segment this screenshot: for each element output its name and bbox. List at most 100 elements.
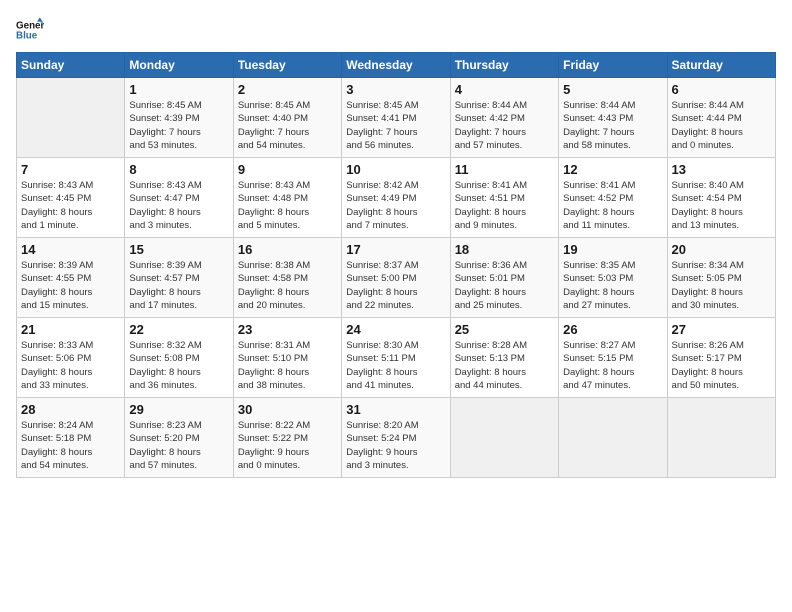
- day-number: 31: [346, 402, 445, 417]
- calendar-cell: [667, 398, 775, 478]
- day-number: 4: [455, 82, 554, 97]
- day-info: Sunrise: 8:26 AM Sunset: 5:17 PM Dayligh…: [672, 339, 771, 392]
- calendar-cell: 21Sunrise: 8:33 AM Sunset: 5:06 PM Dayli…: [17, 318, 125, 398]
- day-number: 17: [346, 242, 445, 257]
- calendar-cell: 16 Sunrise: 8:38 AM Sunset: 4:58 PM Dayli…: [233, 238, 341, 318]
- calendar-cell: 11 Sunrise: 8:41 AM Sunset: 4:51 PM Dayli…: [450, 158, 558, 238]
- day-info: Sunrise: 8:35 AM Sunset: 5:03 PM Dayligh…: [563, 259, 662, 312]
- calendar-cell: 26 Sunrise: 8:27 AM Sunset: 5:15 PM Dayli…: [559, 318, 667, 398]
- day-info: Sunrise: 8:43 AM Sunset: 4:47 PM Dayligh…: [129, 179, 228, 232]
- week-row-1: 1 Sunrise: 8:45 AM Sunset: 4:39 PM Daylig…: [17, 78, 776, 158]
- calendar-cell: 17 Sunrise: 8:37 AM Sunset: 5:00 PM Dayli…: [342, 238, 450, 318]
- day-info: Sunrise: 8:44 AM Sunset: 4:42 PM Dayligh…: [455, 99, 554, 152]
- day-number: 6: [672, 82, 771, 97]
- day-number: 2: [238, 82, 337, 97]
- day-info: Sunrise: 8:36 AM Sunset: 5:01 PM Dayligh…: [455, 259, 554, 312]
- day-info: Sunrise: 8:45 AM Sunset: 4:39 PM Dayligh…: [129, 99, 228, 152]
- calendar-cell: [559, 398, 667, 478]
- day-info: Sunrise: 8:23 AM Sunset: 5:20 PM Dayligh…: [129, 419, 228, 472]
- day-info: Sunrise: 8:44 AM Sunset: 4:44 PM Dayligh…: [672, 99, 771, 152]
- day-number: 11: [455, 162, 554, 177]
- logo-icon: General Blue: [16, 16, 44, 44]
- day-info: Sunrise: 8:42 AM Sunset: 4:49 PM Dayligh…: [346, 179, 445, 232]
- header-friday: Friday: [559, 53, 667, 78]
- day-number: 1: [129, 82, 228, 97]
- page-header: General Blue: [16, 16, 776, 44]
- day-info: Sunrise: 8:32 AM Sunset: 5:08 PM Dayligh…: [129, 339, 228, 392]
- logo: General Blue: [16, 16, 48, 44]
- day-number: 20: [672, 242, 771, 257]
- day-number: 29: [129, 402, 228, 417]
- calendar-cell: 10Sunrise: 8:42 AM Sunset: 4:49 PM Dayli…: [342, 158, 450, 238]
- day-info: Sunrise: 8:43 AM Sunset: 4:48 PM Dayligh…: [238, 179, 337, 232]
- calendar-cell: 29 Sunrise: 8:23 AM Sunset: 5:20 PM Dayli…: [125, 398, 233, 478]
- calendar-cell: 27 Sunrise: 8:26 AM Sunset: 5:17 PM Dayli…: [667, 318, 775, 398]
- calendar-cell: 1 Sunrise: 8:45 AM Sunset: 4:39 PM Daylig…: [125, 78, 233, 158]
- header-saturday: Saturday: [667, 53, 775, 78]
- calendar-cell: 13Sunrise: 8:40 AM Sunset: 4:54 PM Dayli…: [667, 158, 775, 238]
- week-row-3: 14 Sunrise: 8:39 AM Sunset: 4:55 PM Dayli…: [17, 238, 776, 318]
- calendar-header-row: SundayMondayTuesdayWednesdayThursdayFrid…: [17, 53, 776, 78]
- calendar-cell: 4 Sunrise: 8:44 AM Sunset: 4:42 PM Daylig…: [450, 78, 558, 158]
- day-info: Sunrise: 8:39 AM Sunset: 4:57 PM Dayligh…: [129, 259, 228, 312]
- day-info: Sunrise: 8:45 AM Sunset: 4:40 PM Dayligh…: [238, 99, 337, 152]
- svg-text:Blue: Blue: [16, 30, 38, 41]
- week-row-2: 7Sunrise: 8:43 AM Sunset: 4:45 PM Daylig…: [17, 158, 776, 238]
- day-number: 26: [563, 322, 662, 337]
- day-number: 23: [238, 322, 337, 337]
- calendar-cell: 8 Sunrise: 8:43 AM Sunset: 4:47 PM Daylig…: [125, 158, 233, 238]
- header-sunday: Sunday: [17, 53, 125, 78]
- day-number: 27: [672, 322, 771, 337]
- day-info: Sunrise: 8:31 AM Sunset: 5:10 PM Dayligh…: [238, 339, 337, 392]
- day-number: 8: [129, 162, 228, 177]
- day-number: 7: [21, 162, 120, 177]
- day-info: Sunrise: 8:37 AM Sunset: 5:00 PM Dayligh…: [346, 259, 445, 312]
- day-info: Sunrise: 8:30 AM Sunset: 5:11 PM Dayligh…: [346, 339, 445, 392]
- calendar-cell: 3 Sunrise: 8:45 AM Sunset: 4:41 PM Daylig…: [342, 78, 450, 158]
- header-tuesday: Tuesday: [233, 53, 341, 78]
- day-info: Sunrise: 8:41 AM Sunset: 4:52 PM Dayligh…: [563, 179, 662, 232]
- calendar-cell: 20 Sunrise: 8:34 AM Sunset: 5:05 PM Dayli…: [667, 238, 775, 318]
- day-info: Sunrise: 8:45 AM Sunset: 4:41 PM Dayligh…: [346, 99, 445, 152]
- calendar-cell: [450, 398, 558, 478]
- day-info: Sunrise: 8:20 AM Sunset: 5:24 PM Dayligh…: [346, 419, 445, 472]
- calendar-cell: 5Sunrise: 8:44 AM Sunset: 4:43 PM Daylig…: [559, 78, 667, 158]
- calendar-cell: 18Sunrise: 8:36 AM Sunset: 5:01 PM Dayli…: [450, 238, 558, 318]
- calendar-cell: 12 Sunrise: 8:41 AM Sunset: 4:52 PM Dayli…: [559, 158, 667, 238]
- day-info: Sunrise: 8:41 AM Sunset: 4:51 PM Dayligh…: [455, 179, 554, 232]
- calendar-cell: 15 Sunrise: 8:39 AM Sunset: 4:57 PM Dayli…: [125, 238, 233, 318]
- calendar-cell: 23 Sunrise: 8:31 AM Sunset: 5:10 PM Dayli…: [233, 318, 341, 398]
- day-info: Sunrise: 8:28 AM Sunset: 5:13 PM Dayligh…: [455, 339, 554, 392]
- calendar-cell: 7Sunrise: 8:43 AM Sunset: 4:45 PM Daylig…: [17, 158, 125, 238]
- day-number: 16: [238, 242, 337, 257]
- day-number: 30: [238, 402, 337, 417]
- day-number: 9: [238, 162, 337, 177]
- day-number: 21: [21, 322, 120, 337]
- calendar-cell: 19Sunrise: 8:35 AM Sunset: 5:03 PM Dayli…: [559, 238, 667, 318]
- day-number: 25: [455, 322, 554, 337]
- calendar-cell: 14 Sunrise: 8:39 AM Sunset: 4:55 PM Dayli…: [17, 238, 125, 318]
- day-info: Sunrise: 8:38 AM Sunset: 4:58 PM Dayligh…: [238, 259, 337, 312]
- calendar-cell: [17, 78, 125, 158]
- calendar-cell: 30Sunrise: 8:22 AM Sunset: 5:22 PM Dayli…: [233, 398, 341, 478]
- calendar-cell: 28Sunrise: 8:24 AM Sunset: 5:18 PM Dayli…: [17, 398, 125, 478]
- header-wednesday: Wednesday: [342, 53, 450, 78]
- calendar-cell: 2 Sunrise: 8:45 AM Sunset: 4:40 PM Daylig…: [233, 78, 341, 158]
- day-number: 22: [129, 322, 228, 337]
- day-number: 3: [346, 82, 445, 97]
- calendar-cell: 25 Sunrise: 8:28 AM Sunset: 5:13 PM Dayli…: [450, 318, 558, 398]
- day-info: Sunrise: 8:27 AM Sunset: 5:15 PM Dayligh…: [563, 339, 662, 392]
- day-number: 14: [21, 242, 120, 257]
- day-number: 15: [129, 242, 228, 257]
- day-info: Sunrise: 8:40 AM Sunset: 4:54 PM Dayligh…: [672, 179, 771, 232]
- day-info: Sunrise: 8:39 AM Sunset: 4:55 PM Dayligh…: [21, 259, 120, 312]
- week-row-5: 28Sunrise: 8:24 AM Sunset: 5:18 PM Dayli…: [17, 398, 776, 478]
- header-thursday: Thursday: [450, 53, 558, 78]
- calendar-cell: 9 Sunrise: 8:43 AM Sunset: 4:48 PM Daylig…: [233, 158, 341, 238]
- day-info: Sunrise: 8:34 AM Sunset: 5:05 PM Dayligh…: [672, 259, 771, 312]
- calendar-cell: 22 Sunrise: 8:32 AM Sunset: 5:08 PM Dayli…: [125, 318, 233, 398]
- day-number: 12: [563, 162, 662, 177]
- week-row-4: 21Sunrise: 8:33 AM Sunset: 5:06 PM Dayli…: [17, 318, 776, 398]
- day-info: Sunrise: 8:44 AM Sunset: 4:43 PM Dayligh…: [563, 99, 662, 152]
- calendar-cell: 6 Sunrise: 8:44 AM Sunset: 4:44 PM Daylig…: [667, 78, 775, 158]
